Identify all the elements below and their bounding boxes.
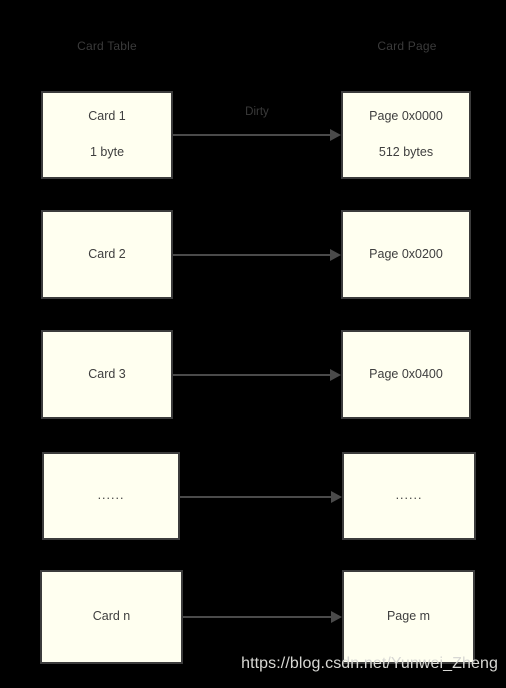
card-box[interactable]: Card n [40,570,183,664]
watermark-url: https://blog.csdn.net/Yunwei_Zheng [241,655,498,672]
card-to-page-arrow [173,249,341,261]
arrow-head-icon [331,611,342,623]
arrow-line [173,254,330,256]
card-box-line-1: Card 3 [88,366,126,381]
arrow-head-icon [330,249,341,261]
dirty-arrow [173,129,341,141]
card-box[interactable]: ...... [42,452,180,540]
page-box-line-1: Page 0x0200 [369,246,443,261]
column-header-card-page: Card Page [377,39,437,53]
edge-label-dirty: Dirty [245,106,269,118]
page-box[interactable]: Page 0x0400 [341,330,471,419]
card-to-page-arrow [180,491,342,503]
page-box[interactable]: Page 0x0000 512 bytes [341,91,471,179]
card-to-page-arrow [173,369,341,381]
arrow-line [173,374,330,376]
card-box[interactable]: Card 3 [41,330,173,419]
arrow-head-icon [331,491,342,503]
arrow-head-icon [330,369,341,381]
page-box-line-1: Page m [386,609,431,624]
card-box[interactable]: Card 2 [41,210,173,299]
card-box-line-2: 1 byte [89,145,125,159]
page-box-line-1: ...... [395,488,423,503]
card-box-line-1: Card 2 [88,246,126,261]
page-box[interactable]: ...... [342,452,476,540]
arrow-line [180,496,331,498]
page-box-line-1: Page 0x0000 [369,109,443,124]
card-to-page-arrow [183,611,342,623]
page-box-line-2: 512 bytes [378,145,434,159]
card-box-line-1: Card n [92,609,131,624]
diagram-canvas: Card Table Card Page Card 1 1 byte Dirty… [0,0,506,688]
arrow-head-icon [330,129,341,141]
card-box-line-1: ...... [97,488,125,503]
page-box[interactable]: Page m [342,570,475,664]
page-box-line-1: Page 0x0400 [369,366,443,381]
arrow-line [173,134,330,136]
column-header-card-table: Card Table [77,39,137,53]
card-box[interactable]: Card 1 1 byte [41,91,173,179]
card-box-line-1: Card 1 [88,109,126,124]
page-box[interactable]: Page 0x0200 [341,210,471,299]
arrow-line [183,616,331,618]
